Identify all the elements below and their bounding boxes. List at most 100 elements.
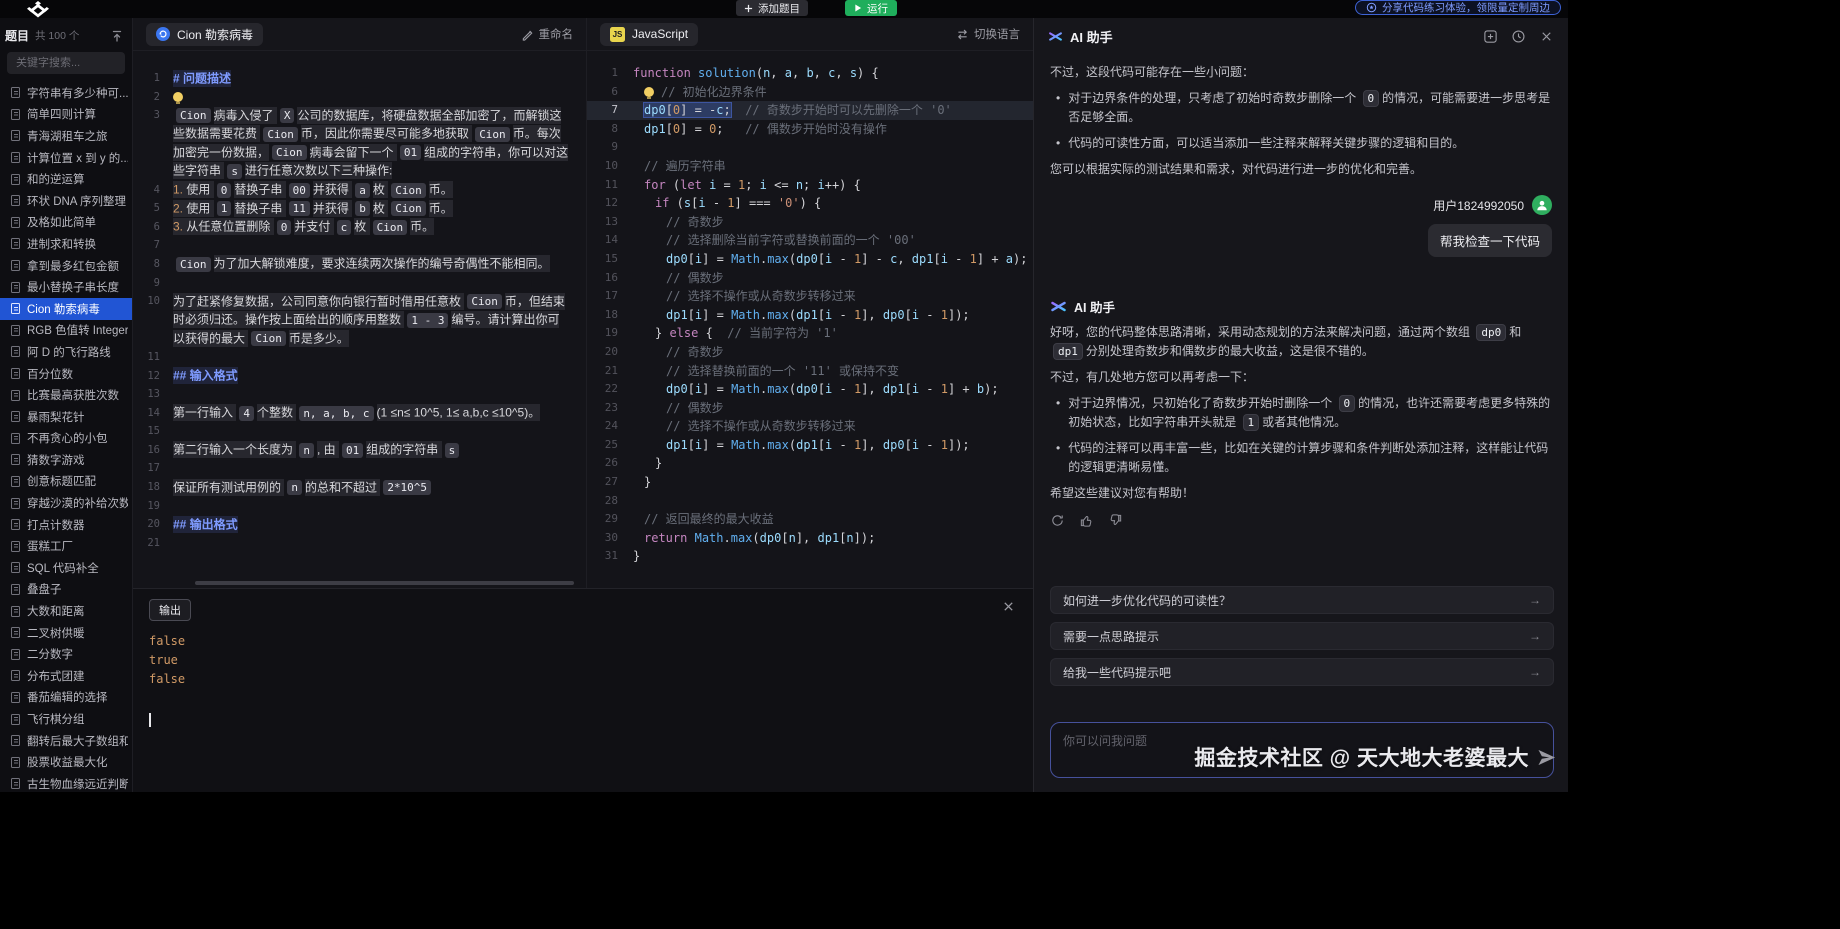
juejin-logo-icon[interactable] (27, 1, 49, 16)
thumbs-up-icon[interactable] (1079, 513, 1094, 528)
add-problem-button[interactable]: 添加题目 (736, 0, 808, 16)
text-segment: 枚 (354, 218, 369, 235)
markdown-line: 13 (133, 385, 586, 404)
code-line: 12if (s[i - 1] === '0') { (587, 194, 1033, 213)
sidebar-item-label: 百分位数 (27, 366, 73, 382)
text-segment: 进行任意次数以下三种操作: (245, 162, 392, 179)
sidebar-item[interactable]: 翻转后最大子数组和 (0, 730, 132, 752)
search-input[interactable] (7, 52, 125, 74)
text-segment: 个整数 (257, 404, 296, 421)
switch-language-button[interactable]: 切换语言 (956, 26, 1020, 42)
paragraph: 好呀，您的代码整体思路清晰，采用动态规划的方法来解决问题，通过两个数组 dp0和… (1050, 323, 1552, 361)
sidebar-item[interactable]: 分布式团建 (0, 665, 132, 687)
sidebar-item[interactable]: 百分位数 (0, 363, 132, 385)
user-message-bubble: 帮我检查一下代码 (1428, 224, 1552, 257)
suggested-question[interactable]: 如何进一步优化代码的可读性？→ (1050, 586, 1554, 614)
markdown-text: ## 输入格式 (173, 367, 586, 386)
rename-button[interactable]: 重命名 (521, 26, 574, 42)
code-token: ; (745, 178, 759, 192)
sidebar-item[interactable]: 股票收益最大化 (0, 751, 132, 773)
code-token: dp0 (883, 308, 905, 322)
sidebar-item[interactable]: RGB 色值转 Integer (0, 320, 132, 342)
run-button[interactable]: 运行 (845, 0, 897, 16)
code-editor-panel: JS JavaScript 切换语言 1function solution(n,… (586, 18, 1033, 588)
sidebar-item[interactable]: 最小替换子串长度 (0, 276, 132, 298)
markdown-text (173, 385, 586, 404)
sidebar-item[interactable]: 计算位置 x 到 y 的... (0, 147, 132, 169)
sidebar-item[interactable]: 拿到最多红包金额 (0, 255, 132, 277)
sidebar-item[interactable]: 创意标题匹配 (0, 471, 132, 493)
sidebar-item[interactable]: 古生物血缘远近判断 (0, 773, 132, 792)
close-ai-icon[interactable] (1539, 29, 1554, 44)
code-token: ] = (702, 438, 731, 452)
inline-code: n (287, 480, 302, 495)
code-token: - (919, 308, 941, 322)
sidebar-item[interactable]: 猜数字游戏 (0, 449, 132, 471)
text-segment: 不过，这段代码可能存在一些小问题： (1050, 65, 1254, 79)
suggested-question[interactable]: 需要一点思路提示→ (1050, 622, 1554, 650)
file-icon (11, 584, 20, 595)
sidebar-item[interactable]: 简单四则计算 (0, 104, 132, 126)
sidebar-item[interactable]: 飞行棋分组 (0, 708, 132, 730)
markdown-line: 8Cion为了加大解锁难度，要求连续两次操作的编号奇偶性不能相同。 (133, 255, 586, 274)
sidebar-item[interactable]: SQL 代码补全 (0, 557, 132, 579)
ai-input-box[interactable] (1050, 722, 1554, 778)
language-tab[interactable]: JS JavaScript (600, 23, 698, 46)
share-campaign-button[interactable]: 分享代码练习体验，领限量定制周边 (1355, 0, 1561, 15)
inline-code: Cion (373, 220, 408, 235)
collapse-sidebar-icon[interactable] (110, 29, 124, 43)
line-number: 10 (587, 157, 633, 176)
sidebar-item[interactable]: Cion 勒索病毒 (0, 298, 132, 320)
line-number: 6 (133, 218, 173, 237)
pencil-icon (521, 28, 534, 41)
sidebar-item[interactable]: 进制求和转换 (0, 233, 132, 255)
sidebar-item[interactable]: 二分数字 (0, 643, 132, 665)
topbar: 添加题目 运行 分享代码练习体验，领限量定制周边 (0, 0, 1568, 18)
sidebar-item[interactable]: 字符串有多少种可... (0, 82, 132, 104)
sidebar-item[interactable]: 二叉树供暖 (0, 622, 132, 644)
markdown-line: 17 (133, 459, 586, 478)
code-token: c (716, 103, 723, 117)
problem-description-editor[interactable]: 1# 问题描述23Cion病毒入侵了 X公司的数据库，将硬盘数据全部加密了，而解… (133, 51, 586, 588)
history-icon[interactable] (1511, 29, 1526, 44)
thumbs-down-icon[interactable] (1108, 513, 1123, 528)
code-text: // 奇数步 (633, 343, 1033, 362)
code-line: 13// 奇数步 (587, 213, 1033, 232)
code-token: - (832, 308, 854, 322)
suggested-question[interactable]: 给我一些代码提示吧→ (1050, 658, 1554, 686)
ai-question-input[interactable] (1063, 732, 1541, 768)
inline-code: b (355, 201, 370, 216)
close-output-icon[interactable] (1002, 600, 1015, 613)
sidebar-item[interactable]: 穿越沙漠的补给次数 (0, 492, 132, 514)
sidebar-item[interactable]: 和的逆运算 (0, 168, 132, 190)
ai-assistant-panel: AI 助手 不过，这段代码可能存在一些小问题：•对于边界条件的处理，只考虑了初始… (1033, 18, 1568, 792)
sidebar-item[interactable]: 及格如此简单 (0, 212, 132, 234)
text-segment: 3. (173, 218, 183, 235)
sidebar-item[interactable]: 比赛最高获胜次数 (0, 384, 132, 406)
code-editor[interactable]: 1function solution(n, a, b, c, s) {6// 初… (587, 51, 1033, 588)
sidebar-item[interactable]: 番茄编辑的选择 (0, 687, 132, 709)
new-chat-icon[interactable] (1483, 29, 1498, 44)
code-token: ] - (861, 252, 890, 266)
code-token: i (760, 178, 767, 192)
sidebar-item[interactable]: 蛋糕工厂 (0, 535, 132, 557)
problem-tab[interactable]: Cion 勒索病毒 (146, 23, 263, 46)
file-icon (11, 174, 20, 185)
sidebar-item[interactable]: 暴雨梨花针 (0, 406, 132, 428)
regenerate-icon[interactable] (1050, 513, 1065, 528)
sidebar-item[interactable]: 大数和距离 (0, 600, 132, 622)
horizontal-scrollbar[interactable] (195, 581, 574, 585)
user-identity-row: 用户1824992050 (1050, 195, 1552, 215)
sidebar-item[interactable]: 青海湖租车之旅 (0, 125, 132, 147)
sidebar-item[interactable]: 叠盘子 (0, 579, 132, 601)
inline-code: 1 (1243, 414, 1260, 431)
sidebar-item[interactable]: 环状 DNA 序列整理 (0, 190, 132, 212)
problem-count: 共 100 个 (35, 28, 110, 43)
output-tab[interactable]: 输出 (149, 599, 191, 621)
sidebar-item[interactable]: 阿 D 的飞行路线 (0, 341, 132, 363)
sidebar-item[interactable]: 不再贪心的小包 (0, 428, 132, 450)
file-icon (11, 670, 20, 681)
code-token: for (644, 178, 666, 192)
code-token: // 选择不操作或从奇数步转移过来 (666, 419, 856, 433)
sidebar-item[interactable]: 打点计数器 (0, 514, 132, 536)
